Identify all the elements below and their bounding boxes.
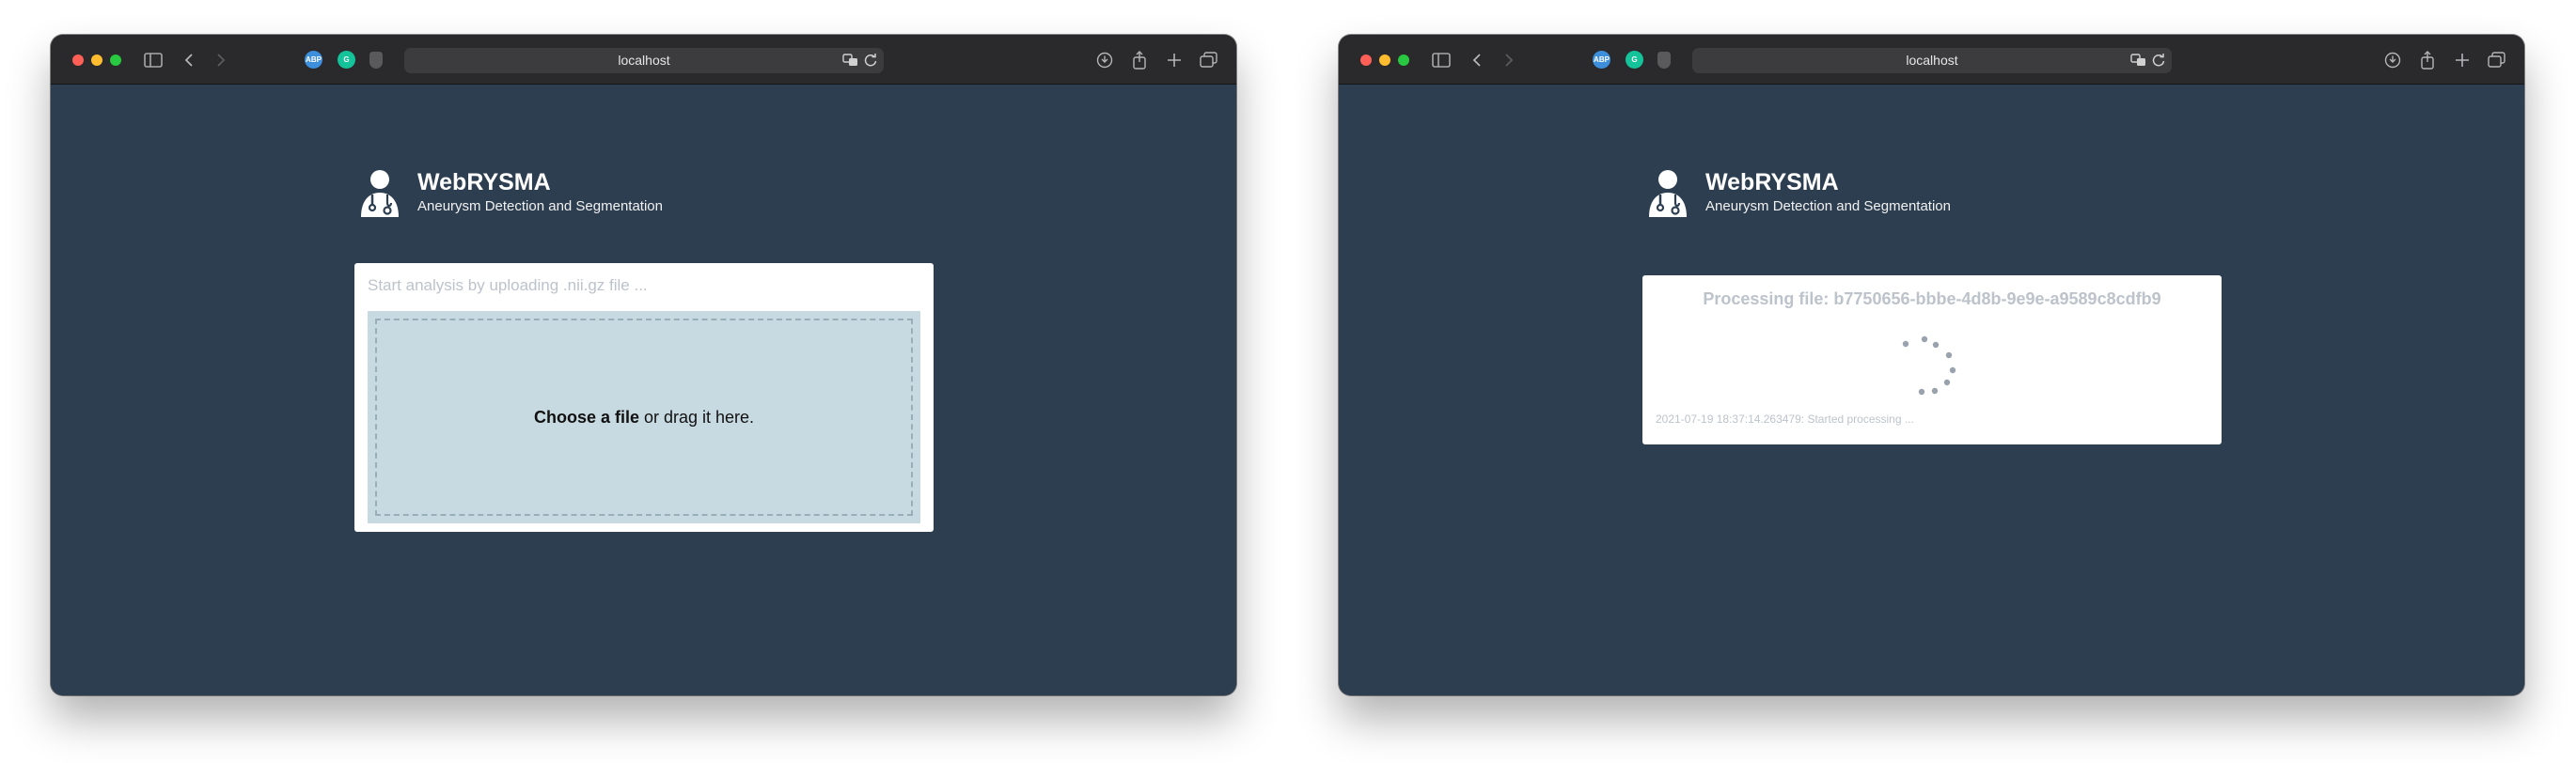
address-bar[interactable]: localhost bbox=[404, 48, 884, 73]
back-icon[interactable] bbox=[182, 50, 196, 70]
brand-title: WebRYSMA bbox=[1705, 169, 1839, 195]
doctor-icon bbox=[360, 169, 400, 218]
dropzone-label: Choose a file or drag it here. bbox=[377, 320, 911, 514]
brand-title: WebRYSMA bbox=[417, 169, 551, 195]
file-dropzone[interactable]: Choose a file or drag it here. bbox=[368, 311, 920, 523]
choose-file-link[interactable]: Choose a file bbox=[534, 408, 639, 428]
drag-hint: or drag it here. bbox=[643, 407, 755, 427]
new-tab-icon[interactable] bbox=[1165, 50, 1184, 70]
share-icon[interactable] bbox=[2418, 50, 2437, 70]
processing-log-line: 2021-07-19 18:37:14.263479: Started proc… bbox=[1656, 413, 1914, 426]
processing-card: Processing file: b7750656-bbbe-4d8b-9e9e… bbox=[1642, 275, 2222, 444]
privacy-shield-icon[interactable] bbox=[1657, 52, 1671, 69]
dropzone-dashed-border: Choose a file or drag it here. bbox=[375, 319, 913, 516]
address-bar[interactable]: localhost bbox=[1692, 48, 2172, 73]
upload-card: Start analysis by uploading .nii.gz file… bbox=[354, 263, 934, 532]
brand-subtitle: Aneurysm Detection and Segmentation bbox=[417, 198, 663, 214]
reload-icon[interactable] bbox=[2151, 52, 2166, 73]
page-content: WebRYSMA Aneurysm Detection and Segmenta… bbox=[1339, 85, 2524, 695]
browser-toolbar: ABP G localhost bbox=[1339, 35, 2524, 85]
close-window-button[interactable] bbox=[1360, 54, 1372, 66]
new-tab-icon[interactable] bbox=[2453, 50, 2472, 70]
doctor-icon bbox=[1648, 169, 1688, 218]
tab-overview-icon[interactable] bbox=[1199, 50, 1219, 70]
share-icon[interactable] bbox=[1130, 50, 1149, 70]
sidebar-toggle-icon[interactable] bbox=[1431, 50, 1452, 70]
adblock-extension-icon[interactable]: ABP bbox=[1593, 51, 1610, 69]
back-icon[interactable] bbox=[1470, 50, 1484, 70]
sidebar-toggle-icon[interactable] bbox=[143, 50, 164, 70]
downloads-icon[interactable] bbox=[1095, 50, 1114, 70]
translate-icon[interactable] bbox=[2130, 52, 2147, 73]
privacy-shield-icon[interactable] bbox=[369, 52, 383, 69]
translate-icon[interactable] bbox=[842, 52, 859, 73]
browser-window-processing: ABP G localhost WebRYSMA Aneurysm Detect… bbox=[1339, 35, 2524, 695]
processing-status-title: Processing file: b7750656-bbbe-4d8b-9e9e… bbox=[1703, 289, 2161, 308]
brand-subtitle: Aneurysm Detection and Segmentation bbox=[1705, 198, 1951, 214]
forward-icon[interactable] bbox=[214, 50, 228, 70]
page-content: WebRYSMA Aneurysm Detection and Segmenta… bbox=[51, 85, 1236, 695]
loading-spinner-icon bbox=[1901, 334, 1967, 399]
grammarly-extension-icon[interactable]: G bbox=[338, 51, 355, 69]
reload-icon[interactable] bbox=[863, 52, 878, 73]
browser-toolbar: ABP G localhost bbox=[51, 35, 1236, 85]
url-text: localhost bbox=[1906, 53, 1958, 68]
minimize-window-button[interactable] bbox=[91, 54, 102, 66]
grammarly-extension-icon[interactable]: G bbox=[1626, 51, 1643, 69]
zoom-window-button[interactable] bbox=[1398, 54, 1409, 66]
adblock-extension-icon[interactable]: ABP bbox=[305, 51, 322, 69]
url-text: localhost bbox=[618, 53, 670, 68]
upload-instructions: Start analysis by uploading .nii.gz file… bbox=[368, 276, 648, 294]
browser-window-upload: ABP G localhost WebRYSMA Aneurysm Detect… bbox=[51, 35, 1236, 695]
tab-overview-icon[interactable] bbox=[2487, 50, 2507, 70]
forward-icon[interactable] bbox=[1502, 50, 1516, 70]
minimize-window-button[interactable] bbox=[1379, 54, 1390, 66]
close-window-button[interactable] bbox=[72, 54, 84, 66]
zoom-window-button[interactable] bbox=[110, 54, 121, 66]
downloads-icon[interactable] bbox=[2383, 50, 2402, 70]
